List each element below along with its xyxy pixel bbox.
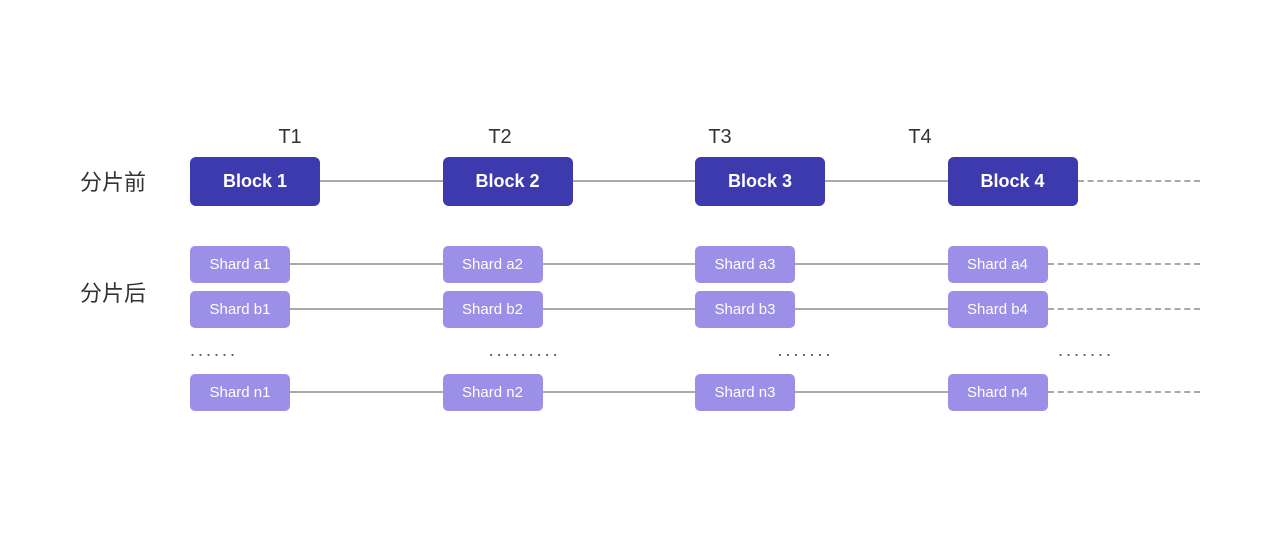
time-label-t3: T3 [620,126,820,149]
connector-2 [573,180,696,182]
after-section: 分片后 Shard a1 Shard a2 Shard a3 Shard a4 … [80,246,1200,411]
shard-b1: Shard b1 [190,291,290,328]
block-4: Block 4 [948,157,1078,206]
shard-n2: Shard n2 [443,374,543,411]
before-section: 分片前 Block 1 Block 2 Block 3 Block 4 [80,157,1200,206]
shard-row-a: Shard a1 Shard a2 Shard a3 Shard a4 [190,246,1200,283]
dots-3: ....... [751,340,859,361]
dots-1: ...... [190,340,298,361]
shard-n1: Shard n1 [190,374,290,411]
shard-row-n: Shard n1 Shard n2 Shard n3 Shard n4 [190,374,1200,411]
shard-a3: Shard a3 [695,246,795,283]
shard-n4: Shard n4 [948,374,1048,411]
shard-a4: Shard a4 [948,246,1048,283]
block-3: Block 3 [695,157,825,206]
conn-a3 [795,263,948,265]
conn-n-end [1048,391,1201,393]
shard-n3: Shard n3 [695,374,795,411]
block-2: Block 2 [443,157,573,206]
time-label-t4: T4 [840,126,1000,149]
diagram: T1 T2 T3 T4 分片前 Block 1 Block 2 Block 3 … [40,106,1240,431]
before-label: 分片前 [80,165,190,197]
connector-1 [320,180,443,182]
after-label: 分片后 [80,276,190,308]
time-labels-row: T1 T2 T3 T4 [200,126,1200,149]
conn-a-end [1048,263,1201,265]
conn-b-end [1048,308,1201,310]
conn-a1 [290,263,443,265]
shard-row-b: Shard b1 Shard b2 Shard b3 Shard b4 [190,291,1200,328]
connector-3 [825,180,948,182]
shard-a2: Shard a2 [443,246,543,283]
conn-n3 [795,391,948,393]
time-label-t1: T1 [200,126,380,149]
block-chain: Block 1 Block 2 Block 3 Block 4 [190,157,1200,206]
shards-container: Shard a1 Shard a2 Shard a3 Shard a4 Shar… [190,246,1200,411]
block-1: Block 1 [190,157,320,206]
conn-n2 [543,391,696,393]
shard-a1: Shard a1 [190,246,290,283]
conn-a2 [543,263,696,265]
conn-b1 [290,308,443,310]
conn-b3 [795,308,948,310]
time-label-t2: T2 [400,126,600,149]
shard-b2: Shard b2 [443,291,543,328]
dots-2: ......... [471,340,579,361]
shard-b4: Shard b4 [948,291,1048,328]
conn-n1 [290,391,443,393]
dots-4: ....... [1032,340,1140,361]
connector-dashed-end [1078,180,1201,182]
shard-b3: Shard b3 [695,291,795,328]
dots-row: ...... ......... ....... ....... [190,336,1200,366]
conn-b2 [543,308,696,310]
